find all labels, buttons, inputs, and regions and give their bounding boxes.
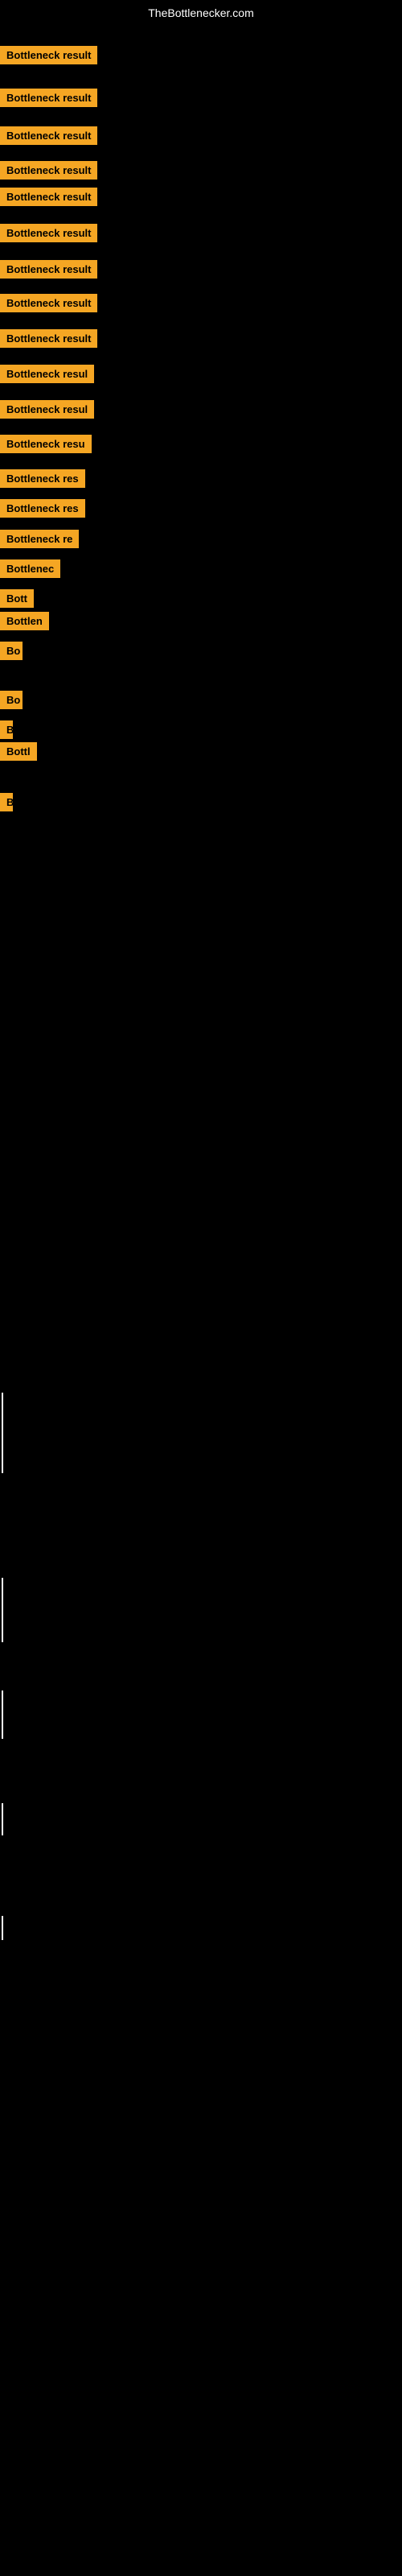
vertical-line-3 — [2, 1690, 3, 1739]
bottleneck-result-8: Bottleneck result — [0, 294, 97, 316]
bottleneck-badge-21: B — [0, 720, 13, 739]
bottleneck-badge-10: Bottleneck resul — [0, 365, 94, 383]
bottleneck-badge-3: Bottleneck result — [0, 126, 97, 145]
bottleneck-result-9: Bottleneck result — [0, 329, 97, 352]
bottleneck-badge-5: Bottleneck result — [0, 188, 97, 206]
bottleneck-result-20: Bo — [0, 691, 23, 713]
bottleneck-result-1: Bottleneck result — [0, 46, 97, 68]
bottleneck-badge-13: Bottleneck res — [0, 469, 85, 488]
bottleneck-badge-22: Bottl — [0, 742, 37, 761]
bottleneck-badge-2: Bottleneck result — [0, 89, 97, 107]
bottleneck-result-16: Bottlenec — [0, 559, 60, 582]
bottleneck-result-4: Bottleneck result — [0, 161, 97, 184]
bottleneck-badge-23: B — [0, 793, 13, 811]
bottleneck-result-14: Bottleneck res — [0, 499, 85, 522]
bottleneck-result-19: Bo — [0, 642, 23, 664]
vertical-line-5 — [2, 1916, 3, 1940]
bottleneck-badge-4: Bottleneck result — [0, 161, 97, 180]
bottleneck-badge-14: Bottleneck res — [0, 499, 85, 518]
bottleneck-result-3: Bottleneck result — [0, 126, 97, 149]
vertical-line-1 — [2, 1393, 3, 1473]
bottleneck-result-18: Bottlen — [0, 612, 49, 634]
bottleneck-result-11: Bottleneck resul — [0, 400, 94, 423]
bottleneck-result-7: Bottleneck result — [0, 260, 97, 283]
bottleneck-result-21: B — [0, 720, 13, 743]
bottleneck-badge-16: Bottlenec — [0, 559, 60, 578]
bottleneck-result-2: Bottleneck result — [0, 89, 97, 111]
bottleneck-result-12: Bottleneck resu — [0, 435, 92, 457]
bottleneck-badge-7: Bottleneck result — [0, 260, 97, 279]
bottleneck-badge-8: Bottleneck result — [0, 294, 97, 312]
vertical-line-2 — [2, 1578, 3, 1642]
bottleneck-badge-6: Bottleneck result — [0, 224, 97, 242]
bottleneck-result-6: Bottleneck result — [0, 224, 97, 246]
bottleneck-badge-20: Bo — [0, 691, 23, 709]
bottleneck-badge-12: Bottleneck resu — [0, 435, 92, 453]
bottleneck-result-10: Bottleneck resul — [0, 365, 94, 387]
bottleneck-result-13: Bottleneck res — [0, 469, 85, 492]
vertical-line-4 — [2, 1803, 3, 1835]
bottleneck-badge-9: Bottleneck result — [0, 329, 97, 348]
bottleneck-result-15: Bottleneck re — [0, 530, 79, 552]
bottleneck-result-23: B — [0, 793, 13, 815]
bottleneck-badge-1: Bottleneck result — [0, 46, 97, 64]
bottleneck-badge-17: Bott — [0, 589, 34, 608]
bottleneck-badge-15: Bottleneck re — [0, 530, 79, 548]
bottleneck-badge-18: Bottlen — [0, 612, 49, 630]
bottleneck-result-22: Bottl — [0, 742, 37, 765]
bottleneck-result-5: Bottleneck result — [0, 188, 97, 210]
bottleneck-badge-19: Bo — [0, 642, 23, 660]
site-title: TheBottlenecker.com — [0, 0, 402, 26]
bottleneck-result-17: Bott — [0, 589, 34, 612]
bottleneck-badge-11: Bottleneck resul — [0, 400, 94, 419]
